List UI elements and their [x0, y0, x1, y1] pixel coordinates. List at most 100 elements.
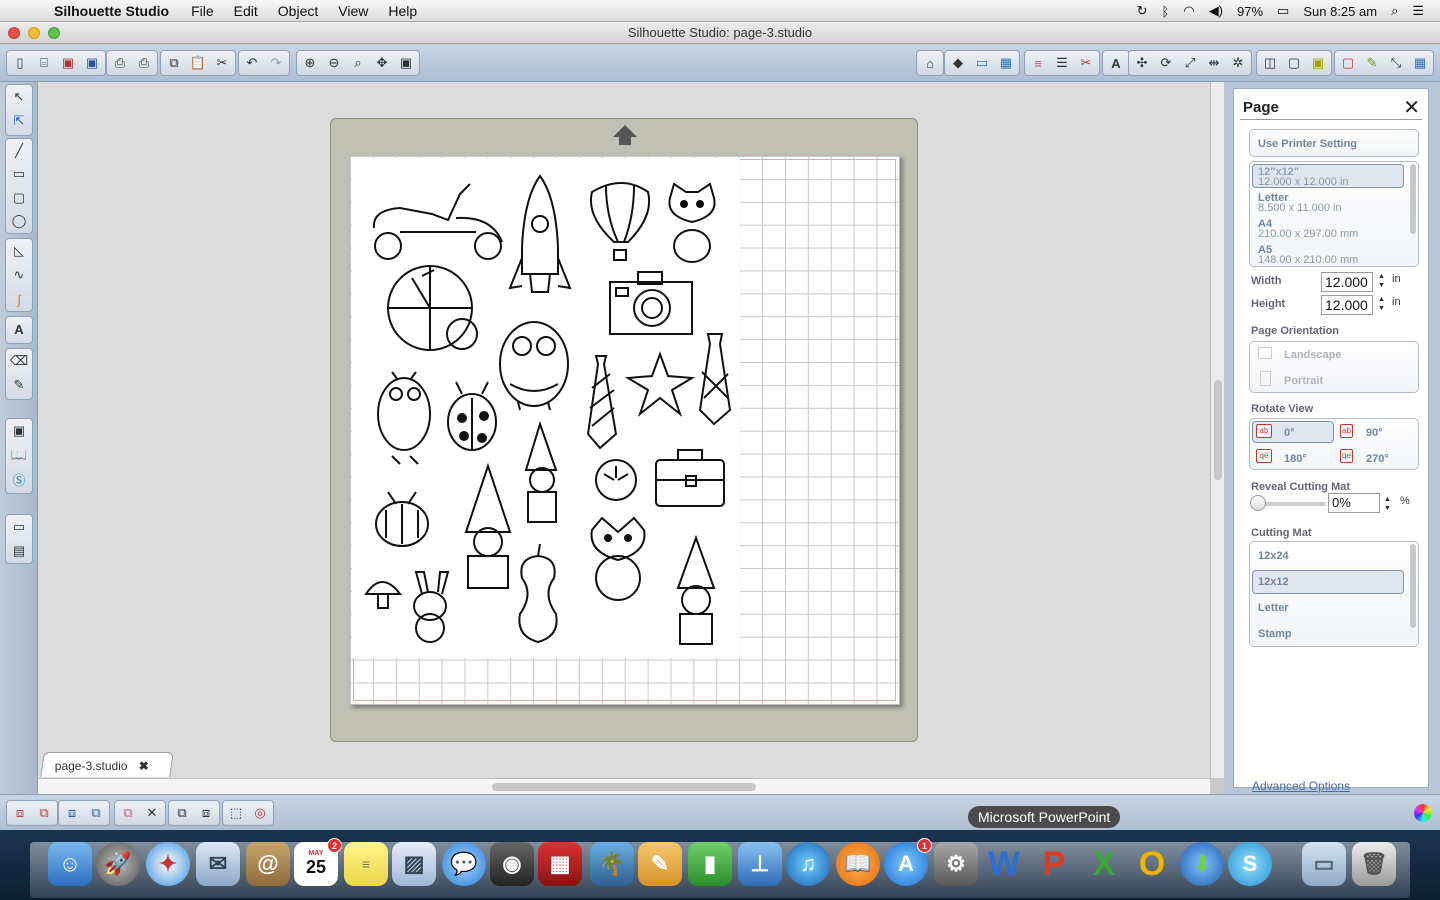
close-window-button[interactable]	[8, 27, 20, 39]
rotate-90-option[interactable]: 90°	[1366, 427, 1383, 439]
pages-icon[interactable]: ✎	[638, 842, 682, 886]
color-wheel-icon[interactable]	[1414, 804, 1432, 822]
mail-icon[interactable]: ✉	[196, 842, 240, 886]
edit-points-icon[interactable]: ⇱	[7, 109, 31, 133]
line-tool-icon[interactable]: ╱	[7, 139, 31, 163]
stickies-icon[interactable]: ≡	[344, 842, 388, 886]
design-images[interactable]	[352, 158, 740, 658]
move-icon[interactable]: ⇹	[1203, 52, 1225, 74]
menu-edit[interactable]: Edit	[234, 3, 258, 19]
width-stepper[interactable]: ▲ ▼	[1378, 272, 1385, 290]
cutting-mat-scroll-thumb[interactable]	[1410, 544, 1416, 628]
knife-tool-icon[interactable]: ✎	[7, 373, 31, 397]
menu-view[interactable]: View	[338, 3, 368, 19]
cut-icon[interactable]: ✂	[211, 52, 233, 74]
height-stepper[interactable]: ▲ ▼	[1378, 295, 1385, 313]
fill-color-icon[interactable]: ◆	[947, 52, 969, 74]
eraser-tool-icon[interactable]: ⌫	[7, 349, 31, 373]
cutting-mat-letter[interactable]: Letter	[1258, 602, 1289, 614]
system-preferences-icon[interactable]: ⚙	[934, 842, 978, 886]
silhouette-studio-icon[interactable]: S	[1228, 842, 1272, 886]
release-compound-path-icon[interactable]: ⧉	[85, 802, 107, 824]
documents-folder-icon[interactable]: ▭	[1302, 842, 1346, 886]
align-icon[interactable]: ✣	[1131, 52, 1153, 74]
document-tab[interactable]: page-3.studio ✖	[40, 752, 174, 777]
keynote-icon[interactable]: ⊥	[738, 842, 782, 886]
photo-booth-icon[interactable]: ▦	[538, 842, 582, 886]
cutting-mat-list[interactable]: 12x24 12x12 Letter Stamp	[1249, 541, 1419, 647]
contacts-icon[interactable]: @	[246, 842, 290, 886]
app-name-menu[interactable]: Silhouette Studio	[54, 3, 169, 19]
gradient-icon[interactable]: ▭	[971, 52, 993, 74]
safari-icon[interactable]: ✦	[146, 842, 190, 886]
design-workspace[interactable]	[38, 82, 1210, 778]
make-compound-path-icon[interactable]: ⧈	[61, 802, 83, 824]
silhouette-store-icon[interactable]: Ⓢ	[7, 467, 31, 491]
grid-view-icon[interactable]: ▦	[1409, 52, 1431, 74]
menu-help[interactable]: Help	[388, 3, 417, 19]
design-page[interactable]	[352, 158, 740, 658]
paste-icon[interactable]: 📋	[187, 52, 209, 74]
ibooks-icon[interactable]: 📖	[836, 842, 880, 886]
print-cut-icon[interactable]: ⎙	[133, 52, 155, 74]
cutting-mat-stamp[interactable]: Stamp	[1258, 628, 1292, 640]
vertical-scroll-thumb[interactable]	[1214, 380, 1222, 480]
preview-icon[interactable]: ▨	[392, 842, 436, 886]
scale-icon[interactable]: ⤢	[1179, 52, 1201, 74]
rotate-180-icon[interactable]: qe	[1256, 449, 1272, 463]
page-setup-icon[interactable]: ▢	[1283, 52, 1305, 74]
cutting-mat-grid[interactable]	[349, 155, 900, 705]
pan-icon[interactable]: ✥	[371, 52, 393, 74]
bring-to-front-icon[interactable]: ⧉	[171, 802, 193, 824]
finder-icon[interactable]: ☺	[48, 842, 92, 886]
rotate-270-option[interactable]: 270°	[1366, 453, 1389, 465]
registration-marks-icon[interactable]: ▣	[1307, 52, 1329, 74]
freehand-tool-icon[interactable]: ∫	[7, 287, 31, 311]
time-machine-icon[interactable]: ↻	[1137, 3, 1148, 19]
print-icon[interactable]: ⎙	[109, 52, 131, 74]
save-to-library-icon[interactable]: ▣	[81, 52, 103, 74]
save-icon[interactable]: ▣	[57, 52, 79, 74]
reveal-percent-input[interactable]: 0%	[1328, 493, 1380, 513]
horizontal-scrollbar[interactable]	[38, 778, 1210, 794]
horizontal-scroll-thumb[interactable]	[492, 783, 756, 791]
trash-icon[interactable]: 🗑	[1352, 842, 1396, 886]
zoom-selection-icon[interactable]: ⌕	[347, 52, 369, 74]
curve-tool-icon[interactable]: ∿	[7, 263, 31, 287]
rotate-0-icon[interactable]: ab	[1256, 424, 1272, 438]
page-size-list[interactable]: 12"x12" 12.000 x 12.000 in Letter 8.500 …	[1249, 161, 1419, 267]
battery-icon[interactable]: ▭	[1277, 3, 1289, 19]
battery-label[interactable]: 97%	[1237, 4, 1263, 19]
rotate-icon[interactable]: ⟳	[1155, 52, 1177, 74]
iphoto-icon[interactable]: 🌴	[590, 842, 634, 886]
rotate-0-option[interactable]: 0°	[1284, 427, 1295, 439]
close-tab-icon[interactable]: ✖	[139, 759, 149, 773]
cutting-mat-12x24[interactable]: 12x24	[1258, 550, 1289, 562]
excel-icon[interactable]: X	[1082, 842, 1126, 886]
undo-icon[interactable]: ↶	[241, 52, 263, 74]
width-input[interactable]: 12.000	[1321, 272, 1373, 292]
landscape-icon[interactable]	[1258, 347, 1272, 359]
itunes-icon[interactable]: ♫	[786, 842, 830, 886]
fit-to-page-icon[interactable]: ▣	[395, 52, 417, 74]
online-store-icon[interactable]: ⌂	[919, 52, 941, 74]
minimize-window-button[interactable]	[28, 27, 40, 39]
text-tool-icon[interactable]: A	[7, 317, 31, 341]
use-printer-setting-button[interactable]: Use Printer Setting	[1249, 129, 1419, 157]
rectangle-tool-icon[interactable]: ▭	[7, 163, 31, 187]
fullscreen-icon[interactable]: ⤡	[1385, 52, 1407, 74]
polygon-tool-icon[interactable]: ◺	[7, 239, 31, 263]
outlook-icon[interactable]: O	[1130, 842, 1174, 886]
open-folder-icon[interactable]: ⌸	[33, 52, 55, 74]
facetime-icon[interactable]: ◉	[490, 842, 534, 886]
rotate-270-icon[interactable]: qe	[1340, 449, 1353, 463]
word-icon[interactable]: W	[982, 842, 1026, 886]
zoom-out-icon[interactable]: ⊖	[323, 52, 345, 74]
app-store-icon[interactable]: A1	[884, 838, 932, 886]
weld-icon[interactable]: ⧉	[117, 802, 139, 824]
portrait-option[interactable]: Portrait	[1284, 375, 1323, 387]
ungroup-icon[interactable]: ⧉	[33, 802, 55, 824]
landscape-option[interactable]: Landscape	[1284, 349, 1341, 361]
volume-icon[interactable]: ◀)	[1209, 3, 1223, 19]
vertical-scrollbar[interactable]	[1210, 82, 1224, 778]
